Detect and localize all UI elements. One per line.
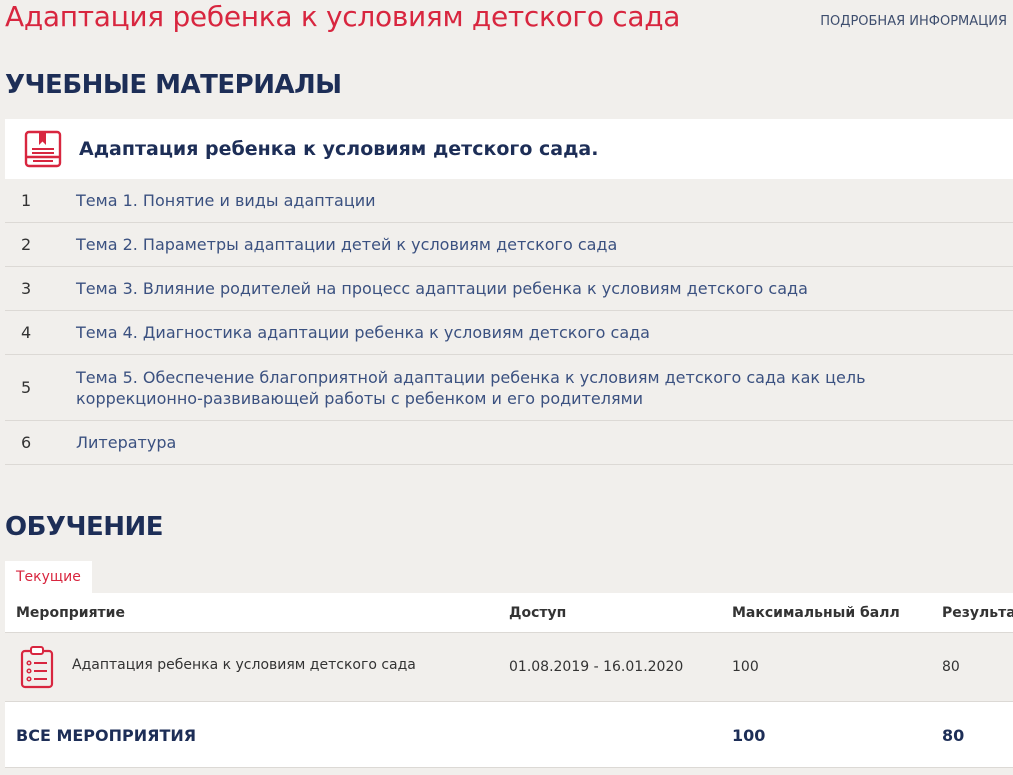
column-header-max-score: Максимальный балл [732, 605, 900, 621]
topic-link[interactable]: Тема 2. Параметры адаптации детей к усло… [76, 234, 1013, 255]
topic-row: 6 Литература [5, 421, 1013, 465]
tab-current[interactable]: Текущие [5, 561, 92, 593]
topic-number: 4 [21, 323, 32, 342]
table-row[interactable]: Адаптация ребенка к условиям детского са… [5, 633, 1013, 702]
topic-row: 4 Тема 4. Диагностика адаптации ребенка … [5, 311, 1013, 355]
event-result: 80 [942, 659, 960, 675]
topic-number: 2 [21, 235, 32, 254]
materials-heading: УЧЕБНЫЕ МАТЕРИАЛЫ [5, 70, 342, 100]
page-title: Адаптация ребенка к условиям детского са… [5, 0, 681, 33]
event-name[interactable]: Адаптация ребенка к условиям детского са… [72, 657, 416, 673]
book-icon [24, 130, 62, 168]
topic-row: 1 Тема 1. Понятие и виды адаптации [5, 179, 1013, 223]
topic-number: 1 [21, 191, 32, 210]
course-name: Адаптация ребенка к условиям детского са… [79, 138, 599, 160]
total-label: ВСЕ МЕРОПРИЯТИЯ [16, 726, 197, 745]
event-access: 01.08.2019 - 16.01.2020 [509, 659, 684, 675]
total-row: ВСЕ МЕРОПРИЯТИЯ 100 80 [5, 702, 1013, 768]
column-header-result: Результат [942, 605, 1013, 621]
topic-row: 2 Тема 2. Параметры адаптации детей к ус… [5, 223, 1013, 267]
topic-number: 6 [21, 433, 32, 452]
topic-row: 5 Тема 5. Обеспечение благоприятной адап… [5, 355, 1013, 421]
topic-number: 3 [21, 279, 32, 298]
topic-number: 5 [21, 378, 32, 397]
topic-row: 3 Тема 3. Влияние родителей на процесс а… [5, 267, 1013, 311]
topic-link[interactable]: Литература [76, 432, 1013, 453]
topic-link[interactable]: Тема 4. Диагностика адаптации ребенка к … [76, 322, 1013, 343]
topic-link[interactable]: Тема 1. Понятие и виды адаптации [76, 190, 1013, 211]
clipboard-list-icon [20, 646, 54, 689]
column-header-access: Доступ [509, 605, 567, 621]
total-max-score: 100 [732, 726, 766, 745]
topics-list: 1 Тема 1. Понятие и виды адаптации 2 Тем… [5, 179, 1013, 465]
table-header: Мероприятие Доступ Максимальный балл Рез… [5, 593, 1013, 633]
total-result: 80 [942, 726, 965, 745]
event-max-score: 100 [732, 659, 759, 675]
topic-link[interactable]: Тема 3. Влияние родителей на процесс ада… [76, 278, 1013, 299]
topic-link[interactable]: Тема 5. Обеспечение благоприятной адапта… [76, 367, 1013, 409]
column-header-event: Мероприятие [16, 605, 125, 621]
training-heading: ОБУЧЕНИЕ [5, 512, 164, 542]
course-card: Адаптация ребенка к условиям детского са… [5, 119, 1013, 179]
more-info-link[interactable]: ПОДРОБНАЯ ИНФОРМАЦИЯ [820, 14, 1007, 29]
